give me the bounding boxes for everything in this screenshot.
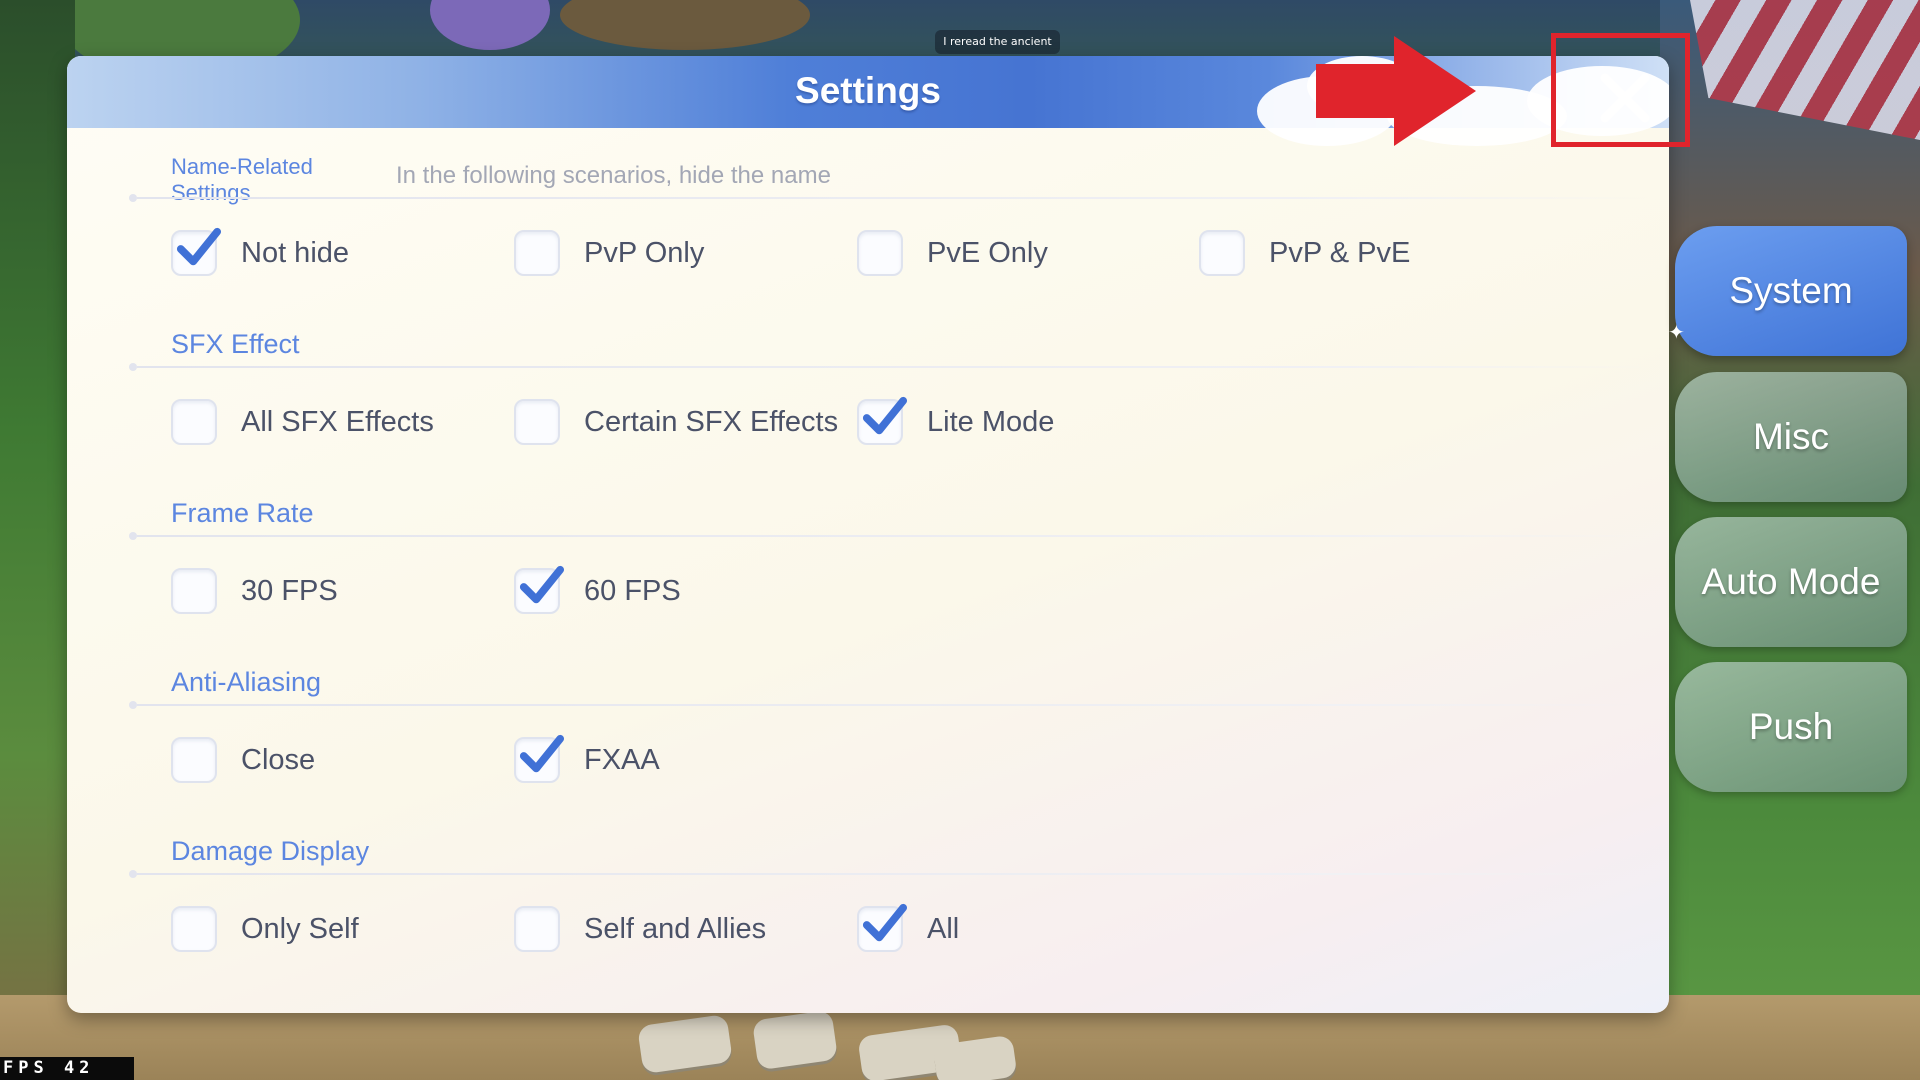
option-certain-sfx[interactable]: Certain SFX Effects [514, 397, 838, 447]
checkmark-icon [862, 903, 907, 942]
option-pvp-only[interactable]: PvP Only [514, 228, 704, 278]
option-all[interactable]: All [857, 903, 960, 954]
checkmark-icon [862, 396, 907, 435]
checkmark-icon [519, 565, 564, 604]
checkbox[interactable] [171, 568, 217, 614]
tab-label: Push [1748, 706, 1834, 747]
option-label: Self and Allies [584, 912, 767, 945]
option-pve-only[interactable]: PvE Only [857, 228, 1048, 278]
settings-panel: Settings Name-Related Settings In the fo… [67, 56, 1669, 1013]
option-label: PvE Only [927, 236, 1048, 269]
checkbox[interactable] [514, 399, 560, 445]
sparkle-icon: ✦ [1668, 320, 1685, 344]
section-label-damage-display: Damage Display [171, 836, 370, 866]
option-label: 60 FPS [584, 574, 681, 607]
checkbox[interactable] [857, 903, 907, 952]
red-arrow-icon [1316, 36, 1476, 146]
option-label: Certain SFX Effects [584, 405, 839, 438]
checkbox[interactable] [857, 396, 907, 445]
option-60fps[interactable]: 60 FPS [514, 565, 681, 616]
tab-label: Misc [1752, 416, 1830, 457]
tab-label: Auto Mode [1701, 561, 1881, 602]
divider [129, 363, 1647, 371]
option-label: Lite Mode [927, 405, 1055, 438]
option-label: 30 FPS [241, 574, 338, 607]
option-self-and-allies[interactable]: Self and Allies [514, 904, 766, 954]
divider [129, 870, 1647, 878]
divider [129, 701, 1647, 709]
checkmark-icon [176, 227, 221, 266]
divider [129, 194, 1647, 202]
option-label: Only Self [241, 912, 359, 945]
checkbox[interactable] [514, 230, 560, 276]
option-all-sfx[interactable]: All SFX Effects [171, 397, 434, 447]
tab-auto-mode[interactable]: Auto Mode [1675, 517, 1907, 647]
checkmark-icon [519, 734, 564, 773]
checkbox[interactable] [171, 737, 217, 783]
checkbox[interactable] [514, 734, 564, 783]
option-label: All [927, 912, 960, 945]
option-only-self[interactable]: Only Self [171, 904, 359, 954]
option-lite-mode[interactable]: Lite Mode [857, 396, 1055, 447]
close-button[interactable] [1570, 60, 1680, 140]
close-icon [1600, 73, 1650, 123]
option-label: All SFX Effects [241, 405, 434, 438]
checkbox[interactable] [171, 399, 217, 445]
fps-counter: FPS 42 [0, 1057, 134, 1080]
tab-label: System [1729, 270, 1853, 311]
option-label: PvP Only [584, 236, 705, 269]
tab-system[interactable]: System [1675, 226, 1907, 356]
option-label: PvP & PvE [1269, 236, 1411, 269]
checkbox[interactable] [1199, 230, 1245, 276]
option-label: Not hide [241, 236, 350, 269]
checkbox[interactable] [171, 906, 217, 952]
option-30fps[interactable]: 30 FPS [171, 566, 338, 616]
section-label-frame-rate: Frame Rate [171, 498, 314, 528]
divider [129, 532, 1647, 540]
option-fxaa[interactable]: FXAA [514, 734, 660, 785]
section-hint-name: In the following scenarios, hide the nam… [396, 162, 831, 189]
tab-push[interactable]: Push [1675, 662, 1907, 792]
option-label: FXAA [584, 743, 660, 776]
option-not-hide[interactable]: Not hide [171, 227, 350, 278]
checkbox[interactable] [514, 906, 560, 952]
checkbox[interactable] [171, 227, 221, 276]
checkbox[interactable] [514, 565, 564, 614]
option-pvp-pve[interactable]: PvP & PvE [1199, 228, 1410, 278]
speech-bubble: I reread the ancient [935, 30, 1060, 54]
option-close[interactable]: Close [171, 735, 315, 785]
section-label-sfx: SFX Effect [171, 329, 300, 359]
checkbox[interactable] [857, 230, 903, 276]
option-label: Close [241, 743, 316, 776]
tab-misc[interactable]: Misc [1675, 372, 1907, 502]
section-label-anti-aliasing: Anti-Aliasing [171, 667, 322, 697]
